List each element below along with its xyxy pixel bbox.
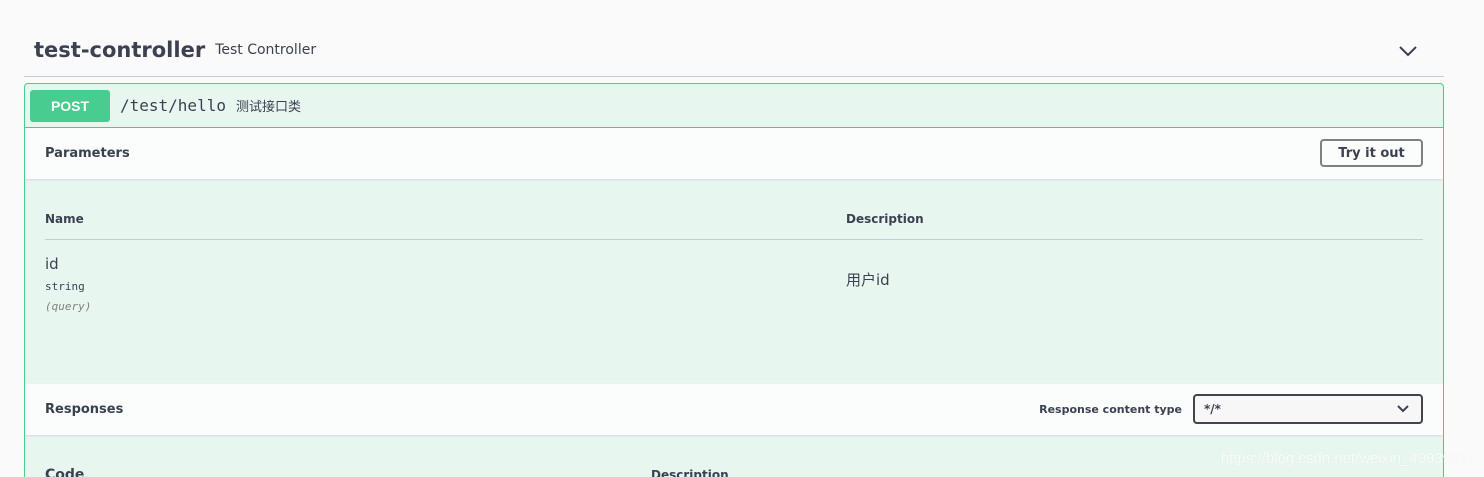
parameters-column-name: Name	[45, 212, 84, 226]
responses-title: Responses	[45, 402, 124, 417]
parameters-title: Parameters	[45, 146, 130, 161]
response-content-type-select[interactable]: */*	[1193, 394, 1423, 424]
parameters-column-divider	[45, 239, 1423, 240]
watermark-text: https://blog.csdn.net/weixin_49939191	[1220, 450, 1476, 467]
tag-header[interactable]: test-controller Test Controller	[24, 24, 1444, 77]
parameter-name: id	[45, 255, 59, 273]
operation-path: /test/hello	[120, 96, 226, 115]
parameter-location: (query)	[45, 300, 92, 313]
parameters-column-description: Description	[846, 212, 924, 226]
response-content-type-label: Response content type	[1039, 403, 1182, 416]
responses-column-description: Description	[651, 468, 729, 477]
parameter-type: string	[45, 280, 85, 293]
tag-description: Test Controller	[215, 42, 317, 58]
operation-block: POST /test/hello 测试接口类 Parameters Try it…	[24, 83, 1444, 477]
parameters-header: Parameters Try it out	[25, 128, 1443, 179]
chevron-down-icon[interactable]	[1398, 41, 1418, 61]
try-it-out-button[interactable]: Try it out	[1320, 139, 1423, 167]
responses-header: Responses Response content type */*	[25, 384, 1443, 435]
parameter-description: 用户id	[846, 271, 890, 289]
operation-summary[interactable]: POST /test/hello 测试接口类	[25, 84, 1443, 128]
swagger-page: test-controller Test Controller POST /te…	[0, 0, 1484, 477]
responses-column-code: Code	[45, 467, 85, 477]
response-content-type-value: */*	[1204, 402, 1221, 416]
method-badge: POST	[30, 89, 110, 122]
operation-summary-text: 测试接口类	[235, 100, 301, 115]
chevron-down-icon	[1397, 405, 1409, 413]
tag-name: test-controller	[34, 38, 206, 62]
